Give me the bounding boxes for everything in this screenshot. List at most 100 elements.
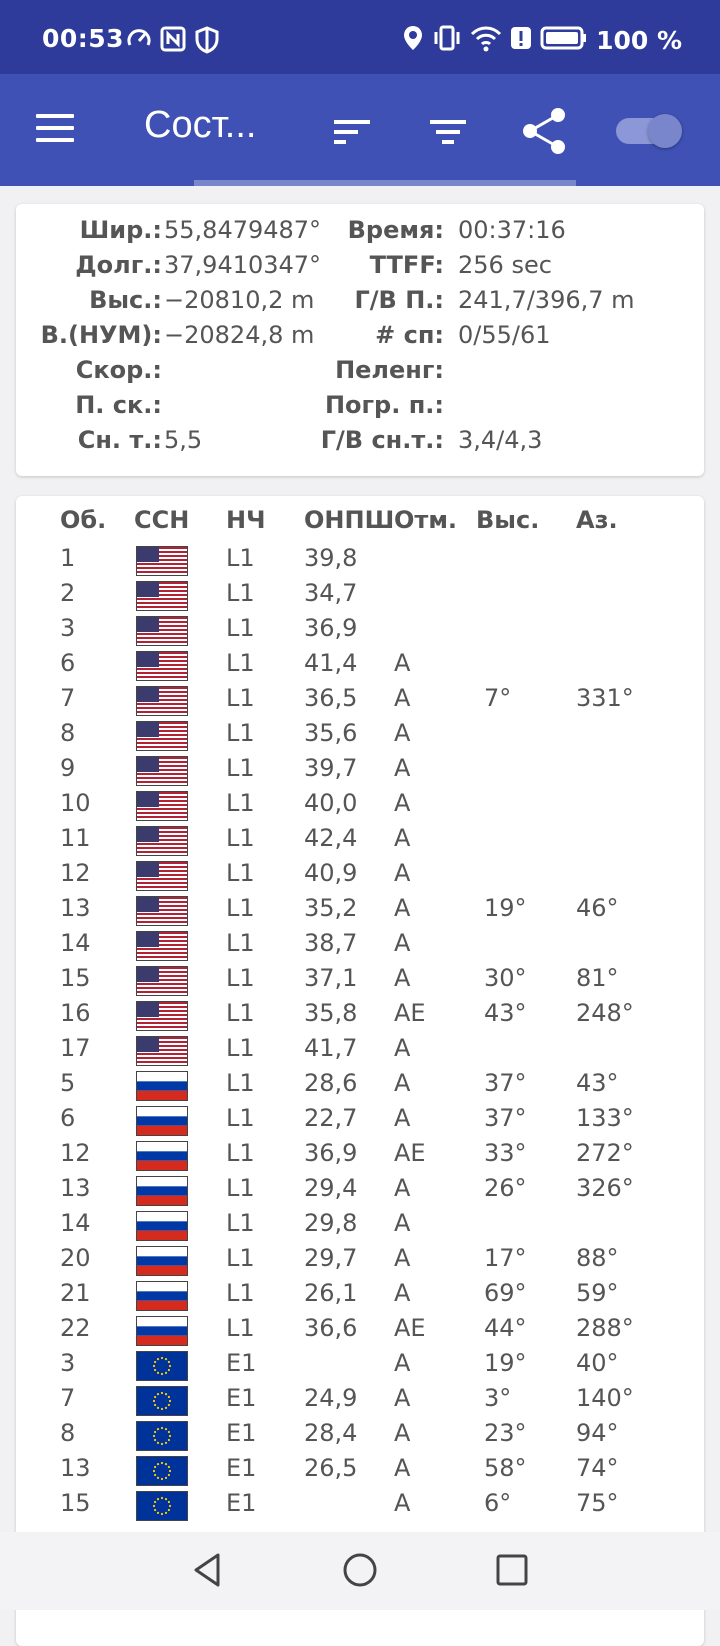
- satellite-snr: 40,0: [304, 789, 358, 817]
- share-button[interactable]: [520, 106, 568, 156]
- recents-button[interactable]: [494, 1552, 530, 1592]
- usa-flag-icon: [136, 1001, 188, 1031]
- table-row: 20 L1 29,7 A 17° 88°: [16, 1244, 704, 1280]
- home-button[interactable]: [340, 1550, 380, 1594]
- usa-flag-icon: [136, 791, 188, 821]
- header-id: Об.: [60, 506, 107, 534]
- table-row: 5 L1 28,6 A 37° 43°: [16, 1069, 704, 1105]
- info-value: 256 sec: [458, 251, 552, 279]
- usa-flag-icon: [136, 1036, 188, 1066]
- satellite-frequency: E1: [226, 1419, 257, 1447]
- satellite-mark: A: [394, 1069, 411, 1097]
- info-value: 37,9410347°: [164, 251, 322, 279]
- back-button[interactable]: [188, 1550, 228, 1594]
- sort-icon: [334, 120, 370, 144]
- satellite-frequency: L1: [226, 1069, 255, 1097]
- page-title: Сост...: [144, 104, 257, 146]
- header-frequency: НЧ: [226, 506, 266, 534]
- satellite-frequency: L1: [226, 1174, 255, 1202]
- satellite-id: 10: [60, 789, 91, 817]
- satellite-snr: 38,7: [304, 929, 358, 957]
- table-row: 3 E1 A 19° 40°: [16, 1349, 704, 1385]
- satellite-azimuth: 43°: [576, 1069, 619, 1097]
- usa-flag-icon: [136, 721, 188, 751]
- satellite-mark: A: [394, 859, 411, 887]
- satellite-azimuth: 248°: [576, 999, 634, 1027]
- satellite-elevation: 44°: [484, 1314, 527, 1342]
- toggle-switch[interactable]: [616, 112, 682, 148]
- info-label: Шир.:: [79, 216, 162, 244]
- satellite-id: 6: [60, 1104, 76, 1132]
- satellite-snr: 26,1: [304, 1279, 358, 1307]
- share-icon: [523, 108, 565, 154]
- eu-flag-icon: [136, 1456, 188, 1486]
- satellite-mark: A: [394, 1034, 411, 1062]
- satellite-id: 5: [60, 1069, 76, 1097]
- satellite-azimuth: 74°: [576, 1454, 619, 1482]
- satellite-id: 17: [60, 1034, 91, 1062]
- satellite-frequency: L1: [226, 579, 255, 607]
- info-value: 0/55/61: [458, 321, 551, 349]
- satellite-frequency: E1: [226, 1489, 257, 1517]
- info-label: Г/В П.:: [354, 286, 444, 314]
- satellite-frequency: L1: [226, 754, 255, 782]
- menu-button[interactable]: [36, 114, 74, 144]
- satellite-mark: A: [394, 824, 411, 852]
- info-label: # сп:: [375, 321, 444, 349]
- info-label: Пеленг:: [335, 356, 444, 384]
- sort-button[interactable]: [332, 116, 372, 148]
- satellite-snr: 36,6: [304, 1314, 358, 1342]
- info-label: П. ск.:: [75, 391, 162, 419]
- satellite-snr: 22,7: [304, 1104, 358, 1132]
- satellite-snr: 42,4: [304, 824, 358, 852]
- battery-percent: 100 %: [596, 25, 682, 55]
- table-row: 7 L1 36,5 A 7° 331°: [16, 684, 704, 720]
- table-row: 22 L1 36,6 AE 44° 288°: [16, 1314, 704, 1350]
- satellite-id: 3: [60, 614, 76, 642]
- satellite-snr: 37,1: [304, 964, 358, 992]
- russia-flag-icon: [136, 1071, 188, 1101]
- satellite-snr: 41,4: [304, 649, 358, 677]
- table-row: 2 L1 34,7: [16, 579, 704, 615]
- satellite-mark: A: [394, 894, 411, 922]
- satellite-azimuth: 59°: [576, 1279, 619, 1307]
- satellite-frequency: L1: [226, 789, 255, 817]
- satellite-frequency: L1: [226, 1209, 255, 1237]
- satellite-azimuth: 94°: [576, 1419, 619, 1447]
- satellite-frequency: E1: [226, 1349, 257, 1377]
- satellite-elevation: 6°: [484, 1489, 512, 1517]
- toggle-thumb: [648, 114, 682, 148]
- tab-indicator: [194, 180, 576, 186]
- satellite-frequency: L1: [226, 894, 255, 922]
- satellite-mark: A: [394, 1104, 411, 1132]
- usa-flag-icon: [136, 546, 188, 576]
- table-row: 6 L1 22,7 A 37° 133°: [16, 1104, 704, 1140]
- satellite-frequency: L1: [226, 999, 255, 1027]
- satellite-snr: 35,8: [304, 999, 358, 1027]
- filter-button[interactable]: [428, 116, 468, 148]
- satellite-id: 7: [60, 684, 76, 712]
- info-label: Время:: [347, 216, 444, 244]
- home-icon: [343, 1553, 377, 1587]
- position-info-card: Шир.: 55,8479487° Время: 00:37:16 Долг.: 37,9…: [16, 204, 704, 476]
- table-row: 13 L1 35,2 A 19° 46°: [16, 894, 704, 930]
- satellite-elevation: 33°: [484, 1139, 527, 1167]
- satellite-id: 1: [60, 544, 76, 572]
- satellite-frequency: L1: [226, 929, 255, 957]
- table-row: 3 L1 36,9: [16, 614, 704, 650]
- table-row: 14 L1 29,8 A: [16, 1209, 704, 1245]
- satellite-elevation: 26°: [484, 1174, 527, 1202]
- location-icon: [402, 24, 424, 56]
- table-row: 10 L1 40,0 A: [16, 789, 704, 825]
- satellite-id: 7: [60, 1384, 76, 1412]
- status-left-icons: [126, 26, 220, 58]
- satellite-frequency: L1: [226, 1104, 255, 1132]
- header-gnss: ССН: [134, 506, 190, 534]
- satellite-snr: 29,4: [304, 1174, 358, 1202]
- wifi-icon: [470, 24, 502, 56]
- satellite-frequency: L1: [226, 649, 255, 677]
- nfc-icon: [160, 26, 186, 58]
- satellite-mark: A: [394, 1489, 411, 1517]
- satellite-id: 14: [60, 929, 91, 957]
- info-row: П. ск.: Погр. п.:: [16, 391, 704, 427]
